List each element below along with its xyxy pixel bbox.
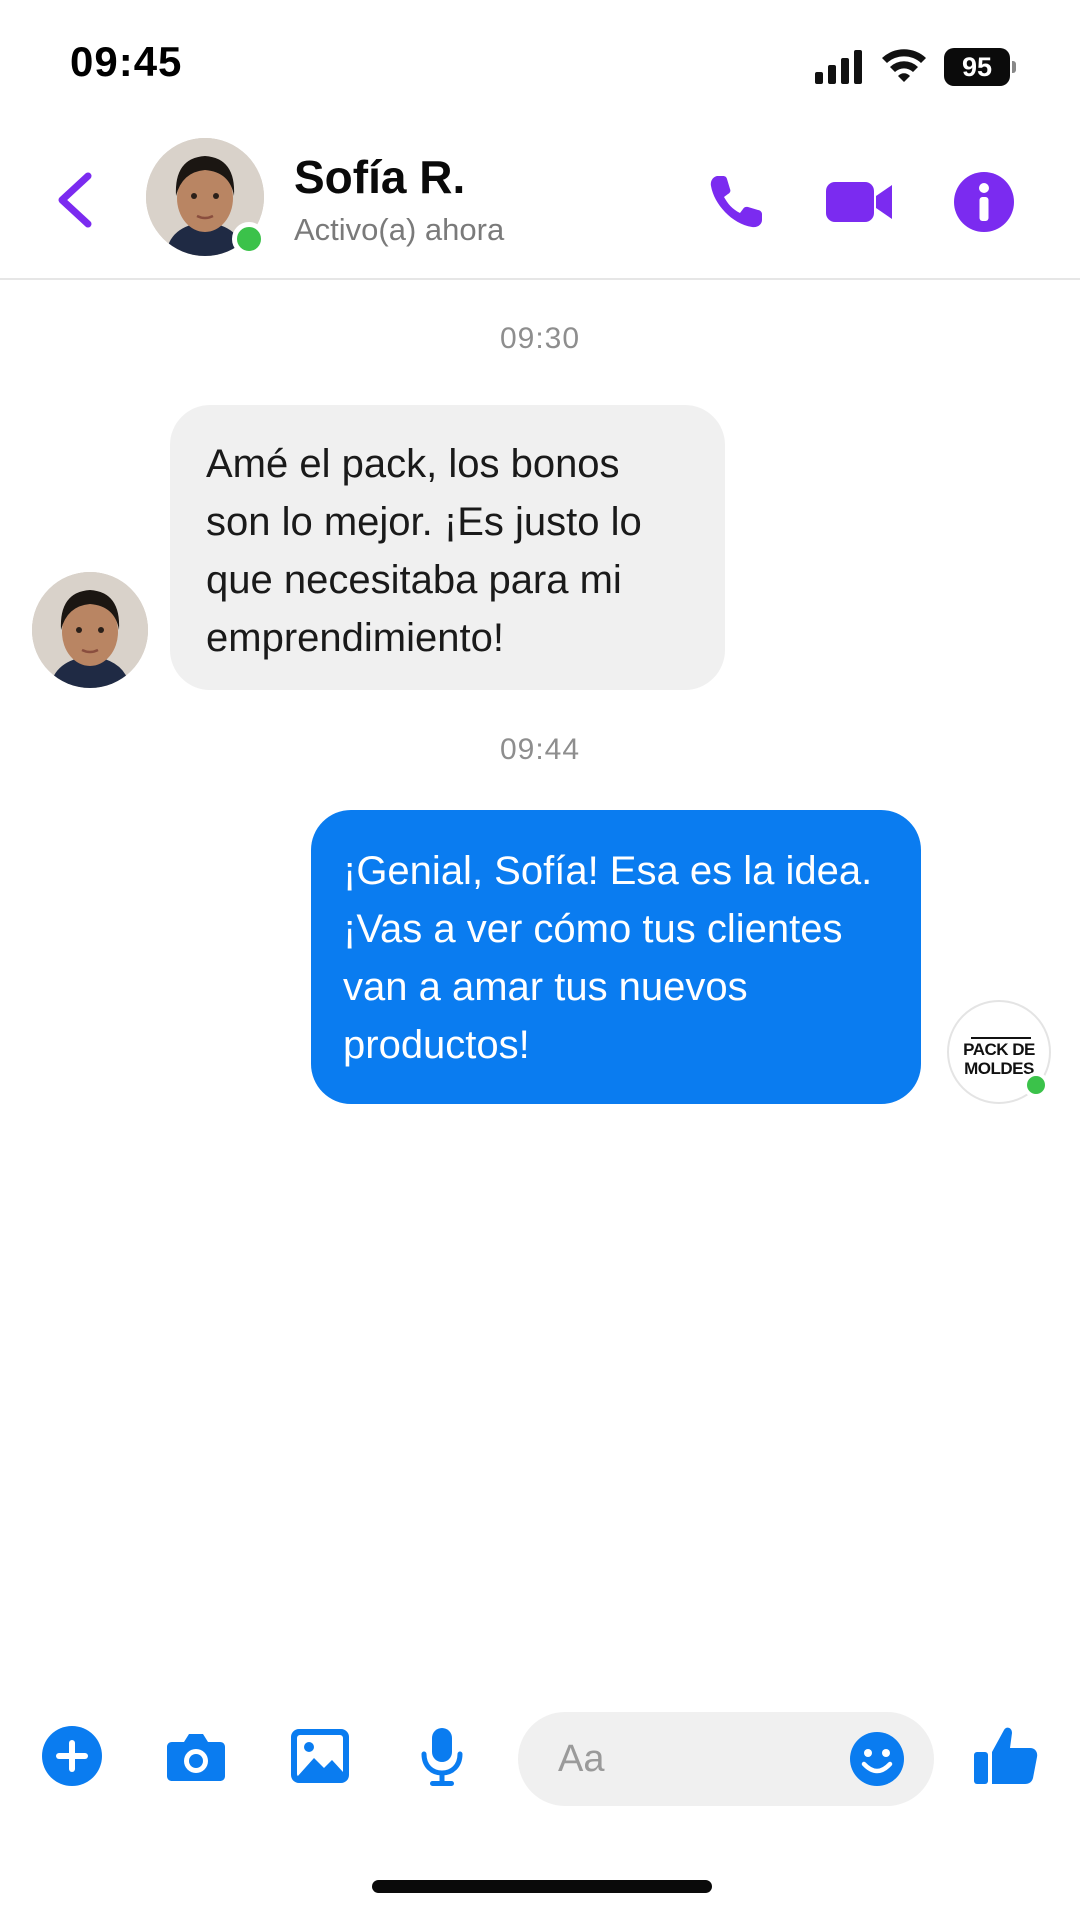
chat-header: Sofía R. Activo(a) ahora xyxy=(0,120,1080,280)
online-indicator xyxy=(232,222,266,256)
phone-icon[interactable] xyxy=(704,170,768,234)
sender-avatar[interactable]: PACK DE MOLDES xyxy=(947,1000,1051,1104)
battery-level: 95 xyxy=(944,48,1010,86)
emoji-icon[interactable] xyxy=(848,1730,906,1788)
message-timestamp: 09:44 xyxy=(499,733,581,766)
wifi-icon xyxy=(882,49,926,82)
status-bar: 09:45 95 xyxy=(0,0,1080,120)
gallery-icon[interactable] xyxy=(288,1724,352,1788)
back-chevron-icon[interactable] xyxy=(50,168,100,232)
battery-tip xyxy=(1012,61,1016,73)
logo-rule xyxy=(971,1037,1031,1039)
status-time: 09:45 xyxy=(70,38,183,85)
video-camera-icon[interactable] xyxy=(824,170,896,234)
incoming-message-avatar[interactable] xyxy=(32,572,148,688)
incoming-message-bubble[interactable]: Amé el pack, los bonos son lo mejor. ¡Es… xyxy=(170,405,725,690)
thumbs-up-icon[interactable] xyxy=(972,1724,1040,1788)
online-indicator xyxy=(1023,1072,1049,1098)
message-timestamp: 09:30 xyxy=(499,322,581,355)
info-icon[interactable] xyxy=(952,170,1016,234)
home-indicator[interactable] xyxy=(372,1880,712,1893)
message-input-placeholder: Aa xyxy=(558,1738,605,1780)
battery-icon: 95 xyxy=(944,48,1016,86)
cellular-signal-icon xyxy=(815,50,862,84)
plus-icon[interactable] xyxy=(40,1724,104,1788)
message-input[interactable]: Aa xyxy=(518,1712,934,1806)
camera-icon[interactable] xyxy=(164,1724,228,1788)
outgoing-message-bubble[interactable]: ¡Genial, Sofía! Esa es la idea. ¡Vas a v… xyxy=(311,810,921,1104)
contact-name[interactable]: Sofía R. xyxy=(294,150,465,204)
contact-avatar[interactable] xyxy=(146,138,266,256)
contact-status: Activo(a) ahora xyxy=(294,212,505,247)
microphone-icon[interactable] xyxy=(410,1724,474,1788)
message-composer: Aa xyxy=(0,1700,1080,1820)
messenger-chat-screen: 09:45 95 Sofía R. Activo(a) ahora 09:30 … xyxy=(0,0,1080,1920)
